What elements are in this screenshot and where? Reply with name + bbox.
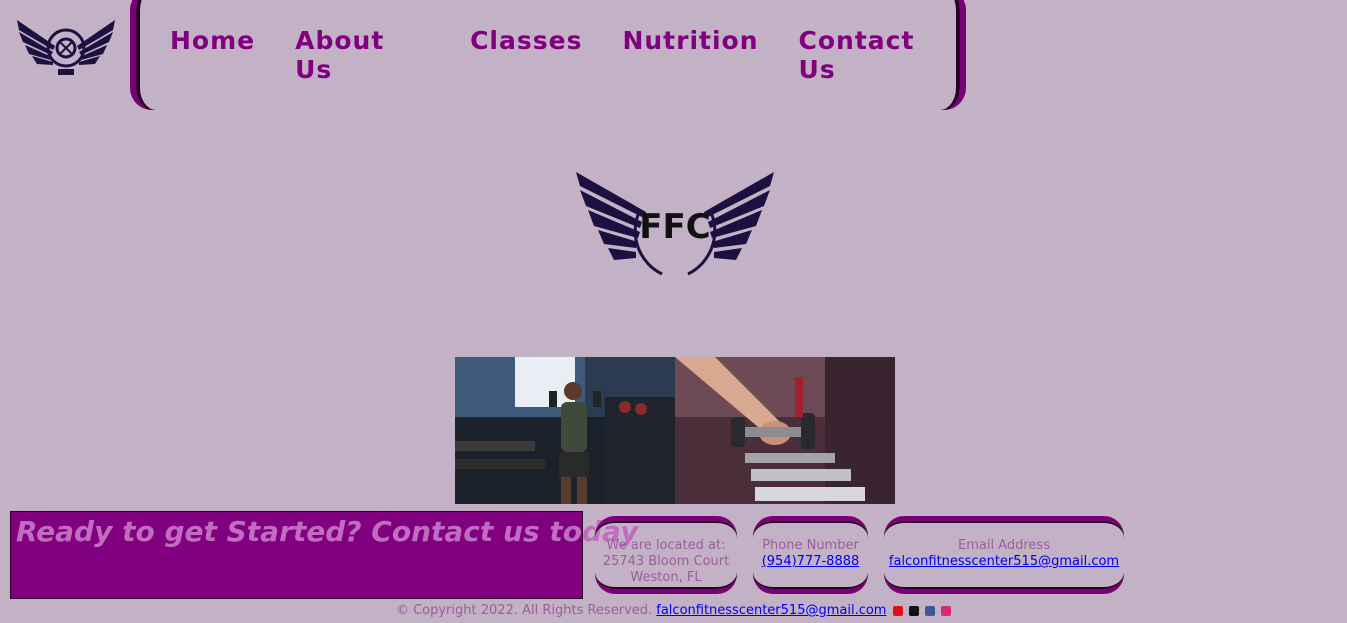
footer: © Copyright 2022. All Rights Reserved. f…: [0, 603, 1347, 618]
copyright-text: © Copyright 2022. All Rights Reserved.: [395, 603, 653, 618]
nav-home[interactable]: Home: [170, 26, 255, 84]
nav-classes[interactable]: Classes: [470, 26, 582, 84]
email-link[interactable]: falconfitnesscenter515@gmail.com: [889, 554, 1119, 569]
falcon-fitness-logo[interactable]: [15, 18, 117, 78]
ffc-logo-text: FFC: [639, 207, 710, 247]
nav-about-us[interactable]: About Us: [295, 26, 430, 84]
cta-text: Ready to get Started? Contact us today: [16, 515, 639, 548]
location-label: We are located at:: [606, 538, 726, 553]
phone-label: Phone Number: [762, 538, 859, 553]
man-lifting-dumbbells-photo: [455, 357, 675, 504]
phone-link[interactable]: (954)777-8888: [762, 554, 860, 569]
email-label: Email Address: [958, 538, 1050, 553]
tiktok-icon[interactable]: [908, 605, 919, 616]
location-card: We are located at: 25743 Bloom Court Wes…: [595, 516, 737, 594]
instagram-icon[interactable]: [941, 605, 952, 616]
location-city: Weston, FL: [630, 570, 702, 585]
cta-banner: Ready to get Started? Contact us today: [10, 511, 638, 599]
youtube-icon[interactable]: [892, 605, 903, 616]
footer-email-link[interactable]: falconfitnesscenter515@gmail.com: [656, 603, 886, 618]
nav-nutrition[interactable]: Nutrition: [622, 26, 758, 84]
hand-gripping-dumbbell-photo: [675, 357, 895, 504]
facebook-icon[interactable]: [924, 605, 935, 616]
ffc-logo: FFC: [576, 172, 774, 276]
gym-photos: [455, 357, 895, 504]
main-nav: Home About Us Classes Nutrition Contact …: [130, 0, 966, 110]
phone-card: Phone Number (954)777-8888: [753, 516, 868, 594]
email-card: Email Address falconfitnesscenter515@gma…: [884, 516, 1124, 594]
nav-contact-us[interactable]: Contact Us: [799, 26, 960, 84]
location-street: 25743 Bloom Court: [602, 554, 730, 569]
